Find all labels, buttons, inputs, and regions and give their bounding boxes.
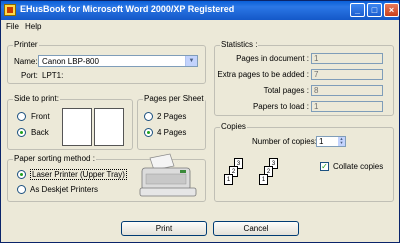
- printer-name-value: Canon LBP-800: [42, 57, 99, 66]
- collate-stack-2-icon: 3 2 1: [255, 158, 285, 194]
- extra-pages-label: Extra pages to be added :: [217, 70, 309, 79]
- laser-printer-radio-label[interactable]: Laser Printer (Upper Tray): [30, 169, 127, 180]
- main-window: EHusBook for Microsoft Word 2000/XP Regi…: [0, 0, 400, 243]
- pages-in-document-field: 1: [311, 53, 383, 64]
- front-radio-label[interactable]: Front: [31, 112, 50, 121]
- total-pages-field: 8: [311, 85, 383, 96]
- statistics-label: Statistics :: [220, 40, 259, 49]
- print-button[interactable]: Print: [121, 221, 207, 236]
- four-pages-radio-label[interactable]: 4 Pages: [157, 128, 186, 137]
- number-of-copies-value: 1: [319, 137, 324, 146]
- app-icon: [4, 4, 16, 16]
- side-to-print-group: Side to print: Front Back: [7, 94, 133, 150]
- printer-group-label: Printer: [13, 40, 39, 49]
- maximize-button[interactable]: □: [367, 3, 382, 17]
- title-bar[interactable]: EHusBook for Microsoft Word 2000/XP Regi…: [1, 1, 399, 20]
- menu-help[interactable]: Help: [25, 22, 41, 31]
- copies-label: Copies: [220, 122, 247, 131]
- printer-icon: [139, 153, 197, 197]
- pages-per-sheet-group: Pages per Sheet 2 Pages 4 Pages: [137, 94, 206, 150]
- two-pages-radio[interactable]: [144, 112, 153, 121]
- stack-2-sheet-c: 1: [259, 174, 268, 185]
- side-to-print-label: Side to print:: [13, 94, 60, 103]
- deskjet-radio[interactable]: [17, 185, 26, 194]
- pages-per-sheet-label: Pages per Sheet: [143, 94, 205, 103]
- collate-checkbox[interactable]: ✓: [320, 162, 329, 171]
- printer-name-select[interactable]: Canon LBP-800 ▼: [38, 55, 198, 67]
- printer-name-label: Name:: [14, 57, 38, 66]
- back-radio-label[interactable]: Back: [31, 128, 49, 137]
- pages-in-document-label: Pages in document :: [236, 54, 309, 63]
- extra-pages-field: 7: [311, 69, 383, 80]
- minimize-button[interactable]: _: [350, 3, 365, 17]
- back-radio[interactable]: [17, 128, 26, 137]
- copies-group: Copies Number of copies: 1 ▲ ▼ ✓ Collate …: [214, 122, 394, 202]
- laser-printer-radio[interactable]: [17, 170, 26, 179]
- chevron-down-icon[interactable]: ▼: [185, 56, 197, 66]
- number-of-copies-stepper[interactable]: 1 ▲ ▼: [316, 136, 346, 147]
- menu-bar: File Help: [1, 20, 399, 34]
- menu-file[interactable]: File: [6, 22, 19, 31]
- collate-stack-1-icon: 3 2 1: [220, 158, 250, 194]
- page-left-icon: [62, 108, 92, 146]
- papers-to-load-field: 1: [311, 101, 383, 112]
- total-pages-label: Total pages :: [263, 86, 309, 95]
- spin-arrows-icon[interactable]: ▲ ▼: [338, 137, 345, 146]
- paper-sorting-label: Paper sorting method :: [13, 154, 96, 163]
- paper-sorting-group: Paper sorting method : Laser Printer (Up…: [7, 153, 206, 202]
- collate-checkbox-label[interactable]: Collate copies: [333, 162, 383, 171]
- page-right-icon: [94, 108, 124, 146]
- printer-port-value: LPT1:: [42, 71, 64, 80]
- printer-port-label: Port:: [21, 71, 38, 80]
- printer-group: Printer Name: Canon LBP-800 ▼ Port: LPT1…: [7, 40, 206, 84]
- deskjet-radio-label[interactable]: As Deskjet Printers: [30, 185, 98, 194]
- four-pages-radio[interactable]: [144, 128, 153, 137]
- papers-to-load-label: Papers to load :: [252, 102, 309, 111]
- number-of-copies-label: Number of copies:: [252, 137, 317, 146]
- front-radio[interactable]: [17, 112, 26, 121]
- statistics-group: Statistics : Pages in document : 1 Extra…: [214, 40, 394, 116]
- two-pages-radio-label[interactable]: 2 Pages: [157, 112, 186, 121]
- stack-1-sheet-c: 1: [224, 174, 233, 185]
- window-title: EHusBook for Microsoft Word 2000/XP Regi…: [20, 4, 235, 14]
- cancel-button[interactable]: Cancel: [213, 221, 299, 236]
- close-button[interactable]: ×: [384, 3, 399, 17]
